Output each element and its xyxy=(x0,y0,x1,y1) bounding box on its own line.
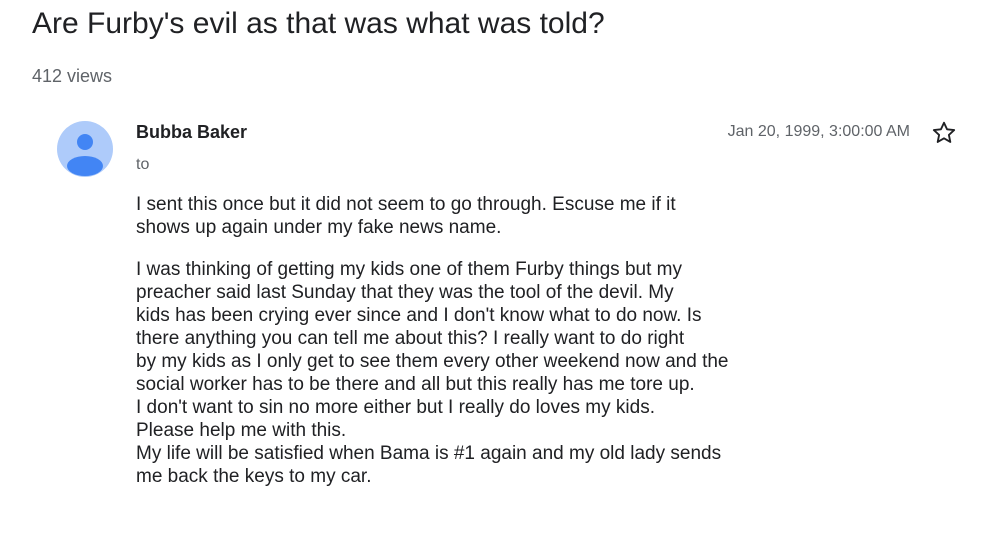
message-line: there anything you can tell me about thi… xyxy=(136,328,685,349)
message-line: social worker has to be there and all bu… xyxy=(136,374,695,395)
message-line: I don't want to sin no more either but I… xyxy=(136,397,655,418)
message-body: I sent this once but it did not seem to … xyxy=(136,193,776,507)
star-button[interactable] xyxy=(930,119,958,147)
message-paragraph: I was thinking of getting my kids one of… xyxy=(136,258,776,488)
message-line: I was thinking of getting my kids one of… xyxy=(136,259,682,280)
person-avatar-icon xyxy=(67,134,103,176)
view-count: 412 views xyxy=(32,66,113,86)
recipient-label[interactable]: to xyxy=(136,154,149,176)
message-paragraph: I sent this once but it did not seem to … xyxy=(136,193,776,239)
star-outline-icon xyxy=(932,121,956,143)
message-line: preacher said last Sunday that they was … xyxy=(136,282,674,303)
avatar[interactable] xyxy=(57,121,113,177)
author-name[interactable]: Bubba Baker xyxy=(136,120,247,144)
message-line: My life will be satisfied when Bama is #… xyxy=(136,443,722,464)
message-line: kids has been crying ever since and I do… xyxy=(136,305,702,326)
message-line: me back the keys to my car. xyxy=(136,466,372,487)
message-line: Please help me with this. xyxy=(136,420,347,441)
message-line: shows up again under my fake news name. xyxy=(136,217,502,238)
message-date: Jan 20, 1999, 3:00:00 AM xyxy=(727,123,910,140)
message-line: by my kids as I only get to see them eve… xyxy=(136,351,729,372)
post-title: Are Furby's evil as that was what was to… xyxy=(32,7,605,40)
message-line: I sent this once but it did not seem to … xyxy=(136,194,676,215)
